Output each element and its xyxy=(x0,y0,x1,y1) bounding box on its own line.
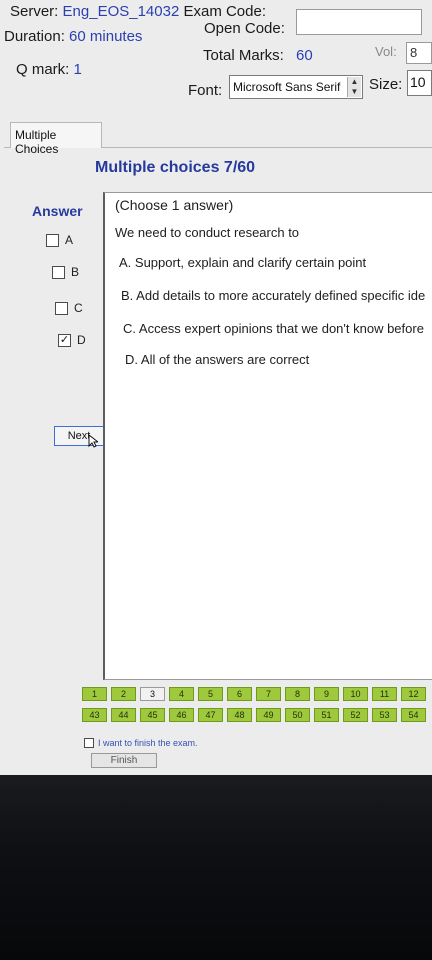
choice-letter-a: A xyxy=(65,233,74,247)
question-number-button[interactable]: 43 xyxy=(82,708,107,722)
font-select-value: Microsoft Sans Serif xyxy=(233,80,341,94)
question-title: Multiple choices 7/60 xyxy=(95,159,256,176)
option-b-text: B. Add details to more accurately define… xyxy=(121,288,426,303)
question-instruction: (Choose 1 answer) xyxy=(115,197,234,213)
question-number-button[interactable]: 52 xyxy=(343,708,368,722)
qmark-label: Q mark: 1 xyxy=(16,61,82,78)
question-number-button[interactable]: 3 xyxy=(140,687,165,701)
font-spin-icon[interactable]: ▲ ▼ xyxy=(347,77,361,97)
answer-choice-a[interactable]: A xyxy=(46,231,106,249)
question-number-button[interactable]: 12 xyxy=(401,687,426,701)
mouse-cursor-icon xyxy=(88,434,98,448)
font-label: Font: xyxy=(188,82,223,99)
finish-exam-checkbox-box[interactable] xyxy=(84,738,94,748)
question-number-button[interactable]: 6 xyxy=(227,687,252,701)
question-number-button[interactable]: 53 xyxy=(372,708,397,722)
question-number-button[interactable]: 11 xyxy=(372,687,397,701)
question-number-button[interactable]: 51 xyxy=(314,708,339,722)
checkbox-c[interactable] xyxy=(55,301,68,315)
choice-letter-d: D xyxy=(77,333,86,347)
finish-button[interactable]: Finish xyxy=(91,753,157,768)
question-number-button[interactable]: 54 xyxy=(401,708,426,722)
checkbox-d[interactable]: ✓ xyxy=(58,333,71,347)
checkbox-b[interactable] xyxy=(52,265,65,279)
duration-label: Duration: 60 minutes xyxy=(4,28,143,45)
question-number-button[interactable]: 47 xyxy=(198,708,223,722)
question-number-button[interactable]: 5 xyxy=(198,687,223,701)
volume-input[interactable]: 8 xyxy=(406,42,432,64)
open-code-label: Open Code: xyxy=(204,20,285,37)
option-d-text: D. All of the answers are correct xyxy=(125,352,310,367)
choice-letter-c: C xyxy=(74,301,83,315)
question-number-button[interactable]: 48 xyxy=(227,708,252,722)
answer-label: Answer xyxy=(32,203,83,219)
total-marks-value: 60 xyxy=(296,47,313,64)
question-number-button[interactable]: 44 xyxy=(111,708,136,722)
qmark-value: 1 xyxy=(73,61,82,78)
option-a-text: A. Support, explain and clarify certain … xyxy=(119,255,367,270)
exam-code-label: Exam Code: xyxy=(183,3,267,20)
question-number-button[interactable]: 10 xyxy=(343,687,368,701)
question-number-button[interactable]: 1 xyxy=(82,687,107,701)
choice-letter-b: B xyxy=(71,265,80,279)
size-label: Size: xyxy=(369,76,403,93)
server-value: Eng_EOS_14032 xyxy=(62,3,180,20)
finish-exam-label: I want to finish the exam. xyxy=(98,738,198,748)
checkbox-a[interactable] xyxy=(46,233,59,247)
finish-exam-checkbox[interactable]: I want to finish the exam. xyxy=(84,738,198,748)
open-code-input[interactable] xyxy=(296,9,422,35)
question-number-button[interactable]: 8 xyxy=(285,687,310,701)
duration-value: 60 minutes xyxy=(69,28,143,45)
question-number-button[interactable]: 46 xyxy=(169,708,194,722)
total-marks-label: Total Marks: 60 xyxy=(203,47,313,64)
monitor-bezel xyxy=(0,775,432,960)
question-number-button[interactable]: 50 xyxy=(285,708,310,722)
exam-window: Server: Eng_EOS_14032 Exam Code: Duratio… xyxy=(0,0,432,775)
question-number-button[interactable]: 7 xyxy=(256,687,281,701)
question-number-button[interactable]: 9 xyxy=(314,687,339,701)
question-number-button[interactable]: 45 xyxy=(140,708,165,722)
question-number-button[interactable]: 2 xyxy=(111,687,136,701)
question-number-button[interactable]: 49 xyxy=(256,708,281,722)
option-c-text: C. Access expert opinions that we don't … xyxy=(123,321,424,336)
server-label: Server: Eng_EOS_14032 Exam Code: xyxy=(10,3,267,20)
vol-label: Vol: xyxy=(375,44,397,59)
font-select[interactable]: Microsoft Sans Serif ▲ ▼ xyxy=(229,75,363,99)
font-size-input[interactable]: 10 xyxy=(407,70,432,96)
question-number-row-2: 43 44 45 46 47 48 49 50 51 52 53 54 xyxy=(82,708,426,722)
question-box: (Choose 1 answer) We need to conduct res… xyxy=(103,192,432,680)
question-number-button[interactable]: 4 xyxy=(169,687,194,701)
question-stem: We need to conduct research to xyxy=(115,225,300,240)
question-number-row-1: 1 2 3 4 5 6 7 8 9 10 11 12 xyxy=(82,687,426,701)
tab-multiple-choices[interactable]: Multiple Choices xyxy=(10,122,102,156)
